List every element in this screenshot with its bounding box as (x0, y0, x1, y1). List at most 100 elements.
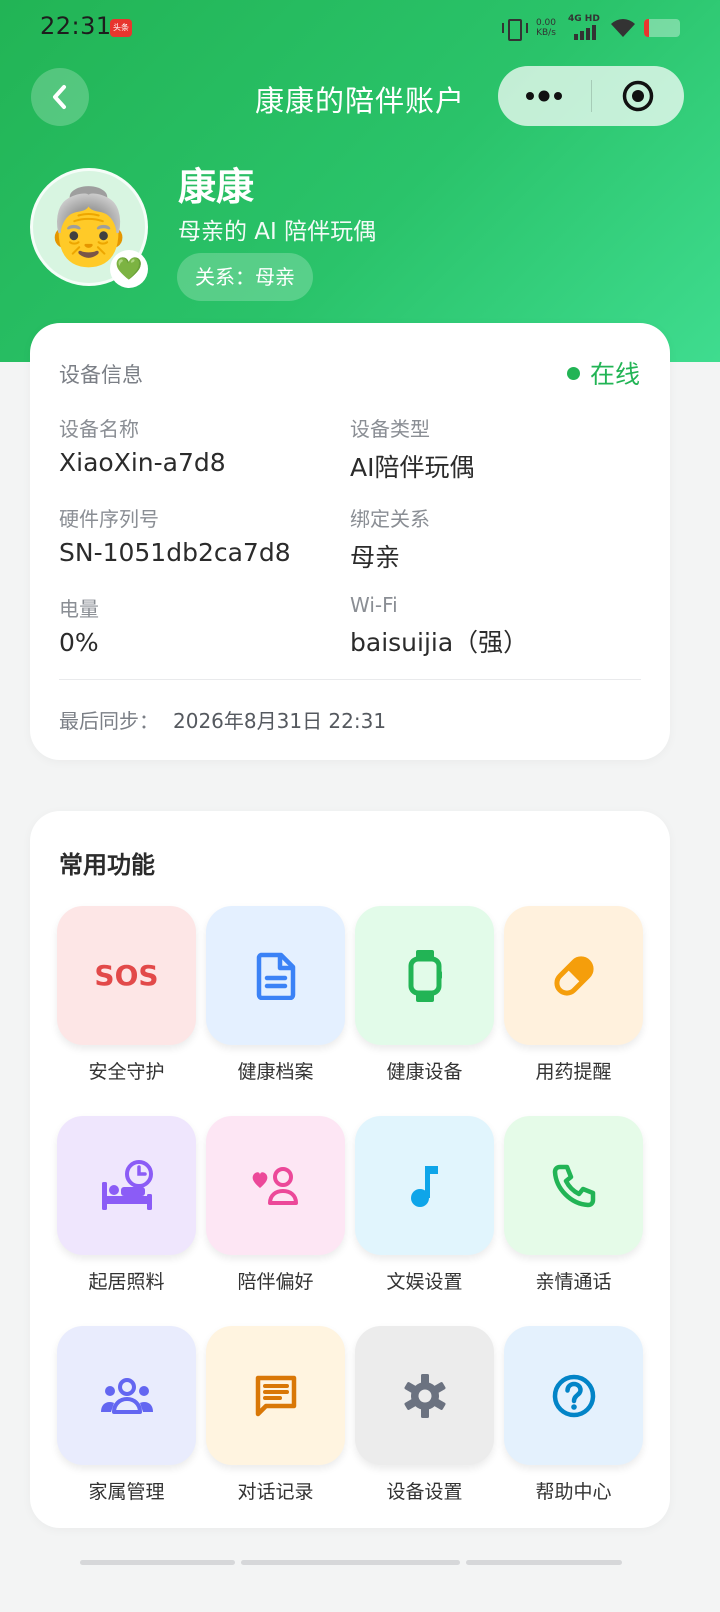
smartwatch-icon (408, 949, 442, 1002)
function-tile-family-call[interactable]: 亲情通话 (504, 1116, 643, 1294)
status-text: 在线 (589, 360, 640, 389)
function-tile-device-settings[interactable]: 设备设置 (355, 1326, 494, 1504)
mini-program-capsule (498, 66, 684, 126)
sos-icon: SOS (94, 959, 159, 992)
more-options-icon[interactable] (524, 86, 564, 106)
field-label: Wi-Fi (350, 593, 398, 617)
gear-icon (403, 1373, 446, 1418)
functions-title: 常用功能 (59, 851, 155, 879)
vibrate-icon (502, 17, 528, 41)
tile-label: 起居照料 (88, 1271, 165, 1293)
serial-number-field: 硬件序列号 SN-1051db2ca7d8 (59, 503, 291, 567)
field-label: 电量 (59, 597, 99, 621)
tile-icon-box[interactable] (206, 1116, 345, 1255)
family-group-icon (100, 1377, 153, 1414)
net-speed-unit: KB/s (536, 28, 556, 38)
binding-relation-field: 绑定关系 母亲 (350, 503, 430, 574)
tile-label: 用药提醒 (535, 1061, 612, 1083)
divider (59, 679, 641, 680)
page-indicator (0, 1560, 720, 1566)
pill-icon (553, 955, 594, 996)
field-value: SN-1051db2ca7d8 (59, 538, 291, 567)
tile-label: 设备设置 (386, 1481, 463, 1503)
help-icon (552, 1374, 595, 1417)
device-type-field: 设备类型 AI陪伴玩偶 (350, 413, 474, 484)
battery-icon (644, 19, 680, 37)
tile-icon-box[interactable] (504, 1326, 643, 1465)
field-label: 绑定关系 (350, 507, 430, 531)
function-tile-family-management[interactable]: 家属管理 (57, 1326, 196, 1504)
battery-field: 电量 0% (59, 593, 99, 657)
wifi-icon (611, 19, 635, 37)
chevron-left-icon (53, 85, 66, 109)
tile-label: 陪伴偏好 (237, 1271, 314, 1293)
news-app-badge-icon: 头条 (110, 19, 132, 37)
tile-icon-box[interactable] (206, 906, 345, 1045)
function-tile-health-devices[interactable]: 健康设备 (355, 906, 494, 1084)
tile-label: 帮助中心 (535, 1481, 612, 1503)
tile-label: 亲情通话 (535, 1271, 612, 1293)
heart-emoji: 💚 (115, 256, 143, 282)
heart-person-icon (252, 1166, 298, 1205)
tile-icon-box[interactable] (355, 1326, 494, 1465)
last-sync-label: 最后同步： (59, 709, 159, 733)
last-sync-value: 2026年8月31日 22:31 (173, 709, 387, 733)
net-speed: 0.00 KB/s (532, 18, 560, 38)
tile-label: 文娱设置 (386, 1271, 463, 1293)
function-tile-safety[interactable]: SOS 安全守护 (57, 906, 196, 1084)
tile-label: 健康档案 (237, 1061, 314, 1083)
profile-subtitle: 母亲的 AI 陪伴玩偶 (178, 219, 377, 245)
device-section-title: 设备信息 (59, 363, 143, 387)
function-tile-health-records[interactable]: 健康档案 (206, 906, 345, 1084)
net-type-label: 4G HD (568, 14, 600, 24)
tile-icon-box[interactable] (504, 1116, 643, 1255)
function-tile-medication[interactable]: 用药提醒 (504, 906, 643, 1084)
phone-icon (552, 1164, 595, 1207)
close-miniprogram-icon[interactable] (622, 80, 654, 112)
document-icon (256, 952, 295, 1000)
cellular-signal-icon: 4G HD (568, 14, 602, 40)
tile-icon-box[interactable] (355, 906, 494, 1045)
function-tile-companion-prefs[interactable]: 陪伴偏好 (206, 1116, 345, 1294)
field-label: 硬件序列号 (59, 507, 159, 531)
relation-badge: 关系：母亲 (177, 253, 313, 301)
device-name-field: 设备名称 XiaoXin-a7d8 (59, 413, 226, 477)
function-tile-help-center[interactable]: 帮助中心 (504, 1326, 643, 1504)
status-time: 22:31 (40, 12, 112, 40)
status-indicators: 0.00 KB/s 4G HD (502, 14, 680, 42)
profile-name: 康康 (178, 165, 255, 209)
tile-icon-box[interactable] (57, 1116, 196, 1255)
field-label: 设备类型 (350, 417, 430, 441)
function-tile-daily-care[interactable]: 起居照料 (57, 1116, 196, 1294)
tile-label: 家属管理 (88, 1481, 165, 1503)
tile-icon-box[interactable] (355, 1116, 494, 1255)
online-status: 在线 (566, 355, 640, 391)
last-sync: 最后同步： 2026年8月31日 22:31 (59, 705, 386, 734)
net-speed-value: 0.00 (535, 18, 557, 28)
wifi-field: Wi-Fi baisuijia（强） (350, 593, 528, 659)
status-bar: 22:31 头条 0.00 KB/s 4G HD (0, 0, 720, 56)
field-value: 0% (59, 628, 99, 657)
tile-label: 对话记录 (237, 1481, 314, 1503)
back-button[interactable] (31, 68, 89, 126)
field-value: XiaoXin-a7d8 (59, 448, 226, 477)
bed-clock-icon (101, 1159, 153, 1210)
tile-icon-box[interactable] (206, 1326, 345, 1465)
green-heart-icon: 💚 (110, 250, 148, 288)
function-tile-entertainment[interactable]: 文娱设置 (355, 1116, 494, 1294)
field-label: 设备名称 (59, 417, 139, 441)
field-value: 母亲 (350, 543, 401, 572)
function-tile-chat-history[interactable]: 对话记录 (206, 1326, 345, 1504)
tile-label: 健康设备 (386, 1061, 463, 1083)
chat-icon (255, 1375, 296, 1416)
common-functions-card: 常用功能 SOS 安全守护 健康档案 健康设备 用药提醒 起居照料 陪伴偏好 文… (30, 811, 670, 1528)
status-dot-icon (566, 366, 580, 380)
tile-icon-box[interactable] (504, 906, 643, 1045)
field-value: AI陪伴玩偶 (350, 453, 475, 482)
device-info-card: 设备信息 在线 设备名称 XiaoXin-a7d8 设备类型 AI陪伴玩偶 硬件… (30, 323, 670, 760)
page-title: 康康的陪伴账户 (254, 84, 465, 118)
tile-icon-box[interactable]: SOS (57, 906, 196, 1045)
music-note-icon (410, 1165, 438, 1207)
tile-icon-box[interactable] (57, 1326, 196, 1465)
field-value: baisuijia（强） (350, 628, 529, 657)
